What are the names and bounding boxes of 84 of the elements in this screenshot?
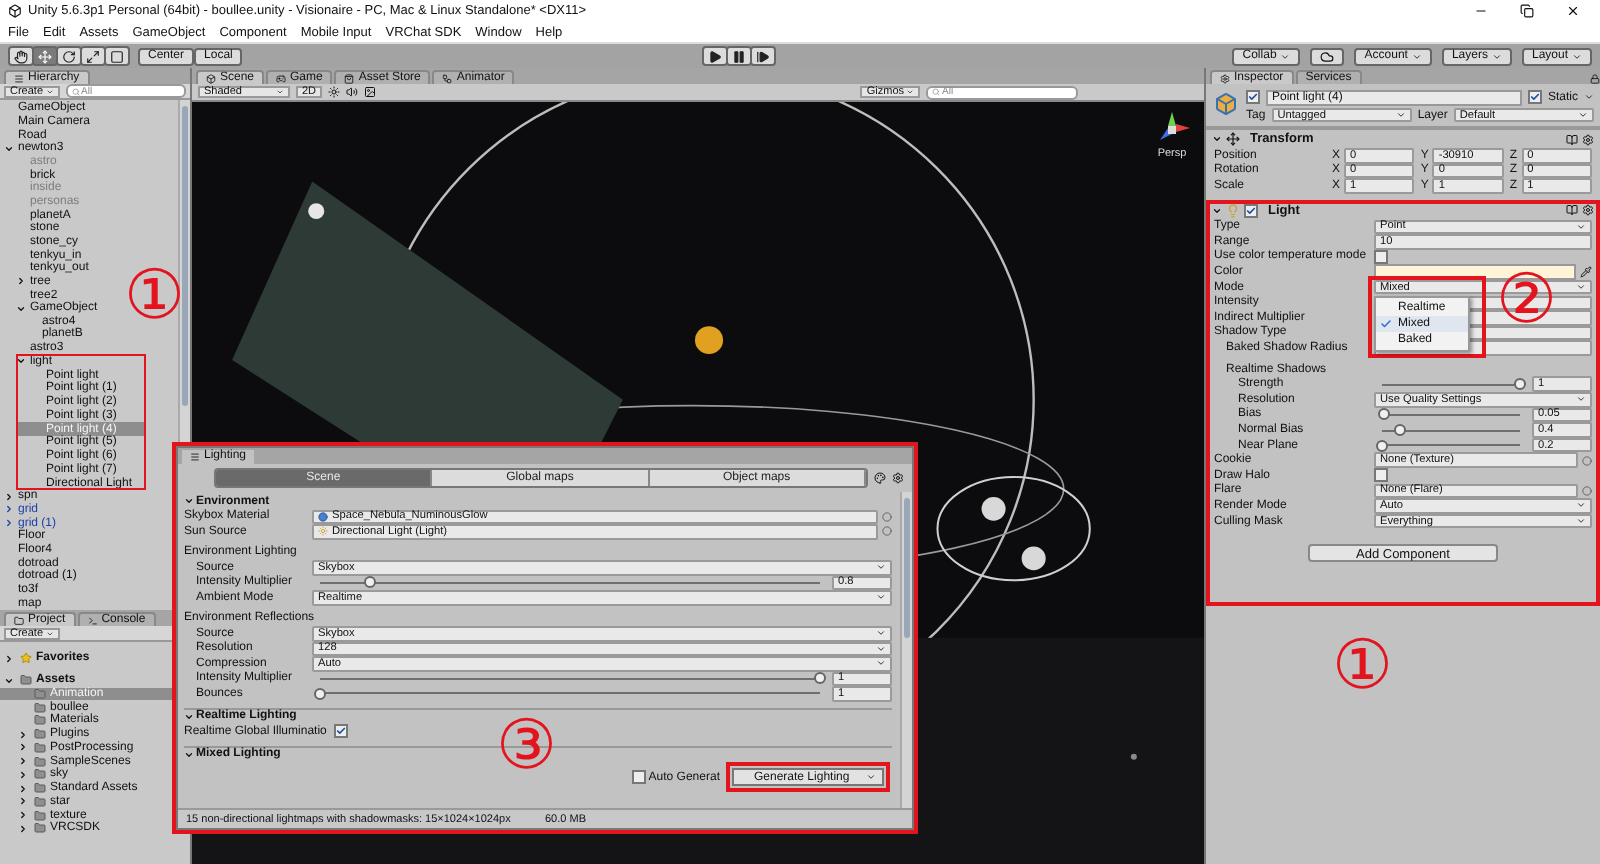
checkbox[interactable] (1244, 203, 1258, 217)
palette-icon[interactable] (874, 472, 886, 484)
help-icon[interactable] (1566, 204, 1578, 216)
search-icon (71, 87, 80, 95)
lighting-toggle-icon[interactable] (328, 86, 341, 98)
checkbox[interactable] (632, 770, 647, 784)
tick-icon (1246, 205, 1256, 215)
settings-icon[interactable] (892, 472, 904, 484)
app-logo-icon (8, 4, 22, 18)
scale-icon (86, 49, 100, 63)
minimize-icon[interactable] (1474, 4, 1488, 18)
pause-icon (731, 49, 746, 63)
sphere-icon (318, 511, 328, 522)
menu-icon (14, 73, 24, 83)
caret-icon (876, 562, 886, 573)
checkbox[interactable] (1246, 90, 1260, 104)
scale-tool-button[interactable] (80, 46, 106, 66)
step-icon (755, 49, 770, 63)
cloud-button[interactable] (1310, 47, 1345, 65)
settings-icon[interactable] (1582, 133, 1594, 145)
slider-thumb[interactable] (1378, 408, 1391, 421)
cloud-icon (1320, 49, 1335, 63)
pause-button[interactable] (725, 46, 752, 66)
slider-thumb[interactable] (1376, 439, 1388, 452)
checkbox[interactable] (1374, 468, 1388, 483)
slider-thumb[interactable] (1393, 424, 1406, 437)
tick-icon (1248, 92, 1258, 102)
star-icon (20, 652, 32, 665)
terminal-icon (87, 615, 98, 625)
caret-icon (1395, 110, 1406, 120)
move-icon (38, 49, 52, 63)
dropdown-caret-icon[interactable] (1584, 92, 1594, 102)
square-icon (110, 49, 124, 63)
lightbulb-icon (1226, 203, 1240, 217)
rotate-tool-button[interactable] (56, 46, 82, 66)
cube-icon (1212, 90, 1240, 118)
help-icon[interactable] (1566, 133, 1578, 145)
sun-icon (318, 526, 328, 537)
caret-icon (1280, 51, 1291, 61)
effects-toggle-icon[interactable] (364, 86, 377, 98)
restore-icon[interactable] (1520, 4, 1534, 18)
checkbox[interactable] (334, 724, 349, 739)
play-icon (707, 49, 722, 63)
annotation-number: ① (124, 262, 185, 330)
rect-tool-button[interactable] (104, 46, 130, 66)
tick-icon (336, 726, 347, 737)
caret-icon (1572, 51, 1582, 61)
move-tool-button[interactable] (32, 46, 58, 66)
play-button[interactable] (701, 46, 728, 66)
cube-icon (206, 73, 216, 83)
checkbox[interactable] (1527, 90, 1542, 104)
caret-icon (876, 592, 886, 603)
slider-thumb[interactable] (364, 576, 376, 589)
caret-icon (1491, 51, 1502, 61)
gamepad-icon (276, 73, 287, 83)
caret-icon (1411, 51, 1422, 61)
folder-icon (14, 615, 24, 625)
nodes-icon (442, 73, 453, 83)
caret-icon (1576, 282, 1586, 293)
hand-icon (14, 49, 28, 63)
slider-thumb[interactable] (1514, 378, 1526, 391)
settings-icon (1220, 73, 1230, 83)
step-button[interactable] (749, 46, 776, 66)
tick-icon (1529, 92, 1540, 102)
caret-icon (1576, 394, 1586, 405)
annotation-number: ① (1332, 632, 1393, 700)
eyedropper-icon[interactable] (1580, 266, 1592, 279)
close-icon[interactable] (1566, 4, 1580, 18)
bag-icon (344, 73, 355, 83)
transform-icon (1226, 132, 1240, 146)
caret-icon (1578, 110, 1589, 120)
caret-icon (1576, 221, 1586, 232)
lock-icon[interactable] (1590, 74, 1600, 84)
rotate-icon (62, 49, 76, 63)
menu-icon (190, 451, 200, 461)
slider-thumb[interactable] (314, 687, 326, 700)
caret-icon (866, 772, 876, 782)
hand-tool-button[interactable] (8, 46, 34, 66)
settings-icon[interactable] (1582, 204, 1594, 216)
slider-thumb[interactable] (814, 672, 826, 685)
scrollbar[interactable] (900, 492, 912, 808)
scrollbar[interactable] (178, 100, 190, 448)
check-icon (1380, 317, 1392, 330)
audio-toggle-icon[interactable] (346, 86, 359, 98)
